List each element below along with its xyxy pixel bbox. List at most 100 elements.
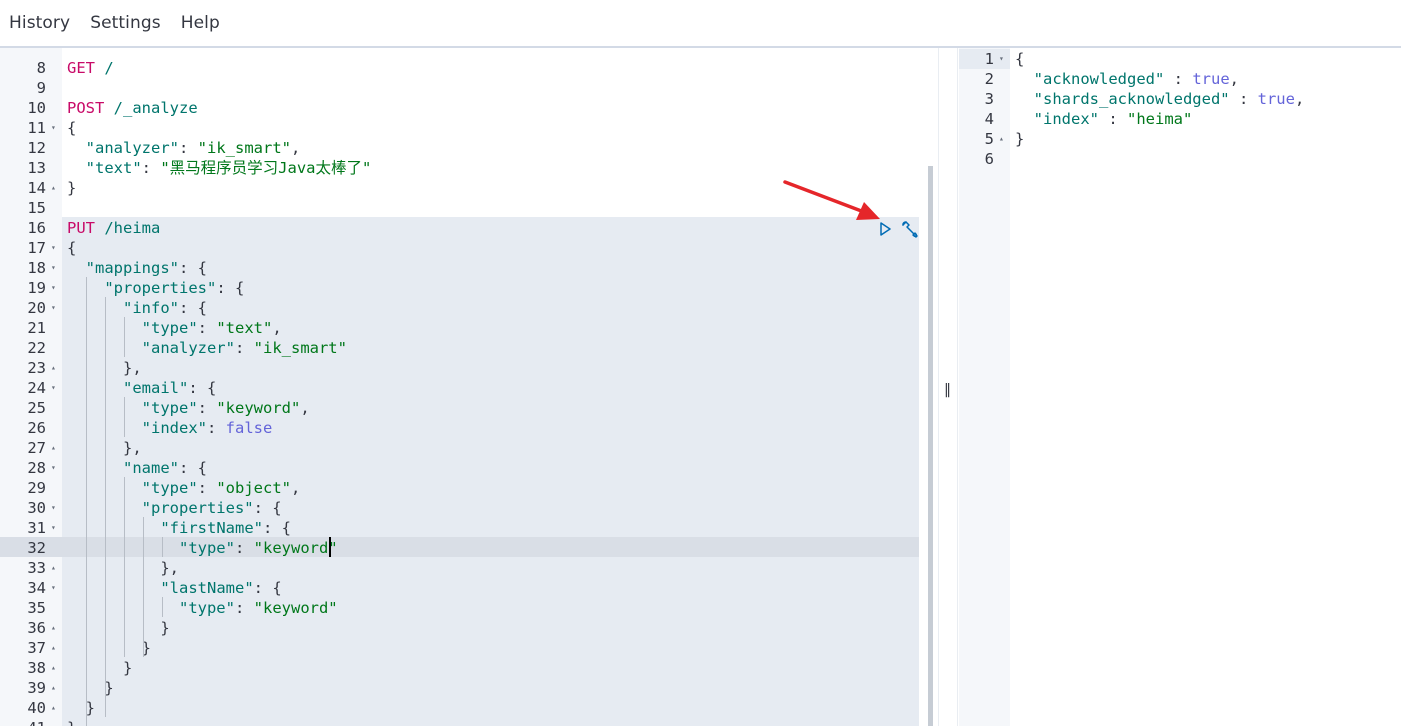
code-token: , [1229,70,1239,88]
code-line: "text": "黑马程序员学习Java太棒了" [67,158,372,178]
fold-open-icon[interactable]: ▾ [51,578,56,598]
fold-open-icon[interactable]: ▾ [51,378,56,398]
code-token: : { [179,459,207,477]
code-token: "name" [123,459,179,477]
fold-open-icon[interactable]: ▾ [51,278,56,298]
menu-history[interactable]: History [9,13,70,33]
code-line: { [1015,49,1024,69]
text-cursor [328,537,331,557]
fold-open-icon[interactable]: ▾ [51,518,56,538]
fold-close-icon[interactable]: ▴ [51,678,56,698]
code-line: } [67,178,76,198]
code-line: { [67,118,76,138]
code-line: "acknowledged" : true, [1015,69,1239,89]
line-number: 35 [27,599,46,617]
code-token: }, [67,559,179,577]
code-token: } [67,699,95,717]
code-line: "firstName": { [67,518,291,538]
line-number: 28 [27,459,46,477]
line-number: 27 [27,439,46,457]
red-arrow-annotation [783,180,880,220]
code-token: "type" [141,319,198,337]
code-token: : { [179,299,207,317]
code-line: "type": "keyword" [67,598,338,618]
fold-close-icon[interactable]: ▴ [51,638,56,658]
code-token: "type" [178,599,235,617]
line-number: 21 [27,319,46,337]
fold-close-icon[interactable]: ▴ [999,129,1004,149]
code-token: : { [179,259,207,277]
menu-settings[interactable]: Settings [90,13,161,33]
line-number: 11 [27,119,46,137]
fold-close-icon[interactable]: ▴ [51,718,56,726]
code-token: { [67,239,77,257]
code-token: "type" [141,479,198,497]
code-line: "lastName": { [67,578,281,598]
line-number: 39 [27,679,46,697]
code-token: { [1015,50,1025,68]
fold-close-icon[interactable]: ▴ [51,358,56,378]
indent-guide [124,397,125,437]
fold-open-icon[interactable]: ▾ [51,238,56,258]
code-token: "text" [85,159,142,177]
fold-open-icon[interactable]: ▾ [51,298,56,318]
fold-close-icon[interactable]: ▴ [51,658,56,678]
fold-close-icon[interactable]: ▴ [51,558,56,578]
response-active-line [1010,49,1401,69]
code-token: "lastName" [160,579,254,597]
line-number: 40 [27,699,46,717]
panel-resizer[interactable]: ‖ [938,48,958,726]
line-number: 12 [27,139,46,157]
resize-handle-icon[interactable]: ‖ [944,382,951,398]
line-number: 24 [27,379,46,397]
code-token: / [104,59,114,77]
line-number: 1 [984,50,994,68]
code-line: "shards_acknowledged" : true, [1015,89,1305,109]
indent-guide [86,277,87,726]
fold-close-icon[interactable]: ▴ [51,698,56,718]
code-line: "type": "keyword" [67,538,338,558]
indent-guide [162,537,163,557]
line-number: 37 [27,639,46,657]
code-line: } [67,638,151,658]
wrench-icon[interactable] [899,218,921,240]
code-token: POST [67,99,105,117]
fold-close-icon[interactable]: ▴ [51,618,56,638]
line-number: 2 [984,70,994,88]
line-number: 4 [984,110,994,128]
code-token: "ik_smart" [197,139,291,157]
code-line: "type": "keyword", [67,398,310,418]
fold-open-icon[interactable]: ▾ [51,118,56,138]
fold-open-icon[interactable]: ▾ [51,498,56,518]
fold-close-icon[interactable]: ▴ [51,438,56,458]
request-editor-gutter: 8 9 10 11 ▾ 12 13 14 ▴ 15 16 17 ▾ 18 ▾ 19 ▾ 20 ▾ 21 22 23 ▴ 24 ▾… [0,48,62,726]
code-line: "email": { [67,378,216,398]
code-token: : [197,319,217,337]
fold-open-icon[interactable]: ▾ [51,258,56,278]
request-editor[interactable]: GET / POST /_analyze{ "analyzer": "ik_sma… [62,48,938,726]
code-line: "properties": { [67,278,244,298]
code-token: , [300,399,310,417]
fold-open-icon[interactable]: ▾ [999,49,1004,69]
fold-close-icon[interactable]: ▴ [51,178,56,198]
code-line: GET / [67,58,114,78]
indent-guide [143,517,144,657]
code-token: , [1294,90,1305,108]
fold-open-icon[interactable]: ▾ [51,458,56,478]
line-number: 18 [27,259,46,277]
code-line: "analyzer": "ik_smart", [67,138,301,158]
line-number: 17 [27,239,46,257]
code-token: "text" [216,319,273,337]
code-token: "acknowledged" [1033,70,1165,88]
code-line: } [67,678,113,698]
code-token: "index" [1033,110,1099,128]
code-token: "keyword" [253,539,338,557]
line-number: 5 [984,130,994,148]
line-number: 31 [27,519,46,537]
menu-help[interactable]: Help [181,13,220,33]
request-scrollbar[interactable] [928,166,933,726]
